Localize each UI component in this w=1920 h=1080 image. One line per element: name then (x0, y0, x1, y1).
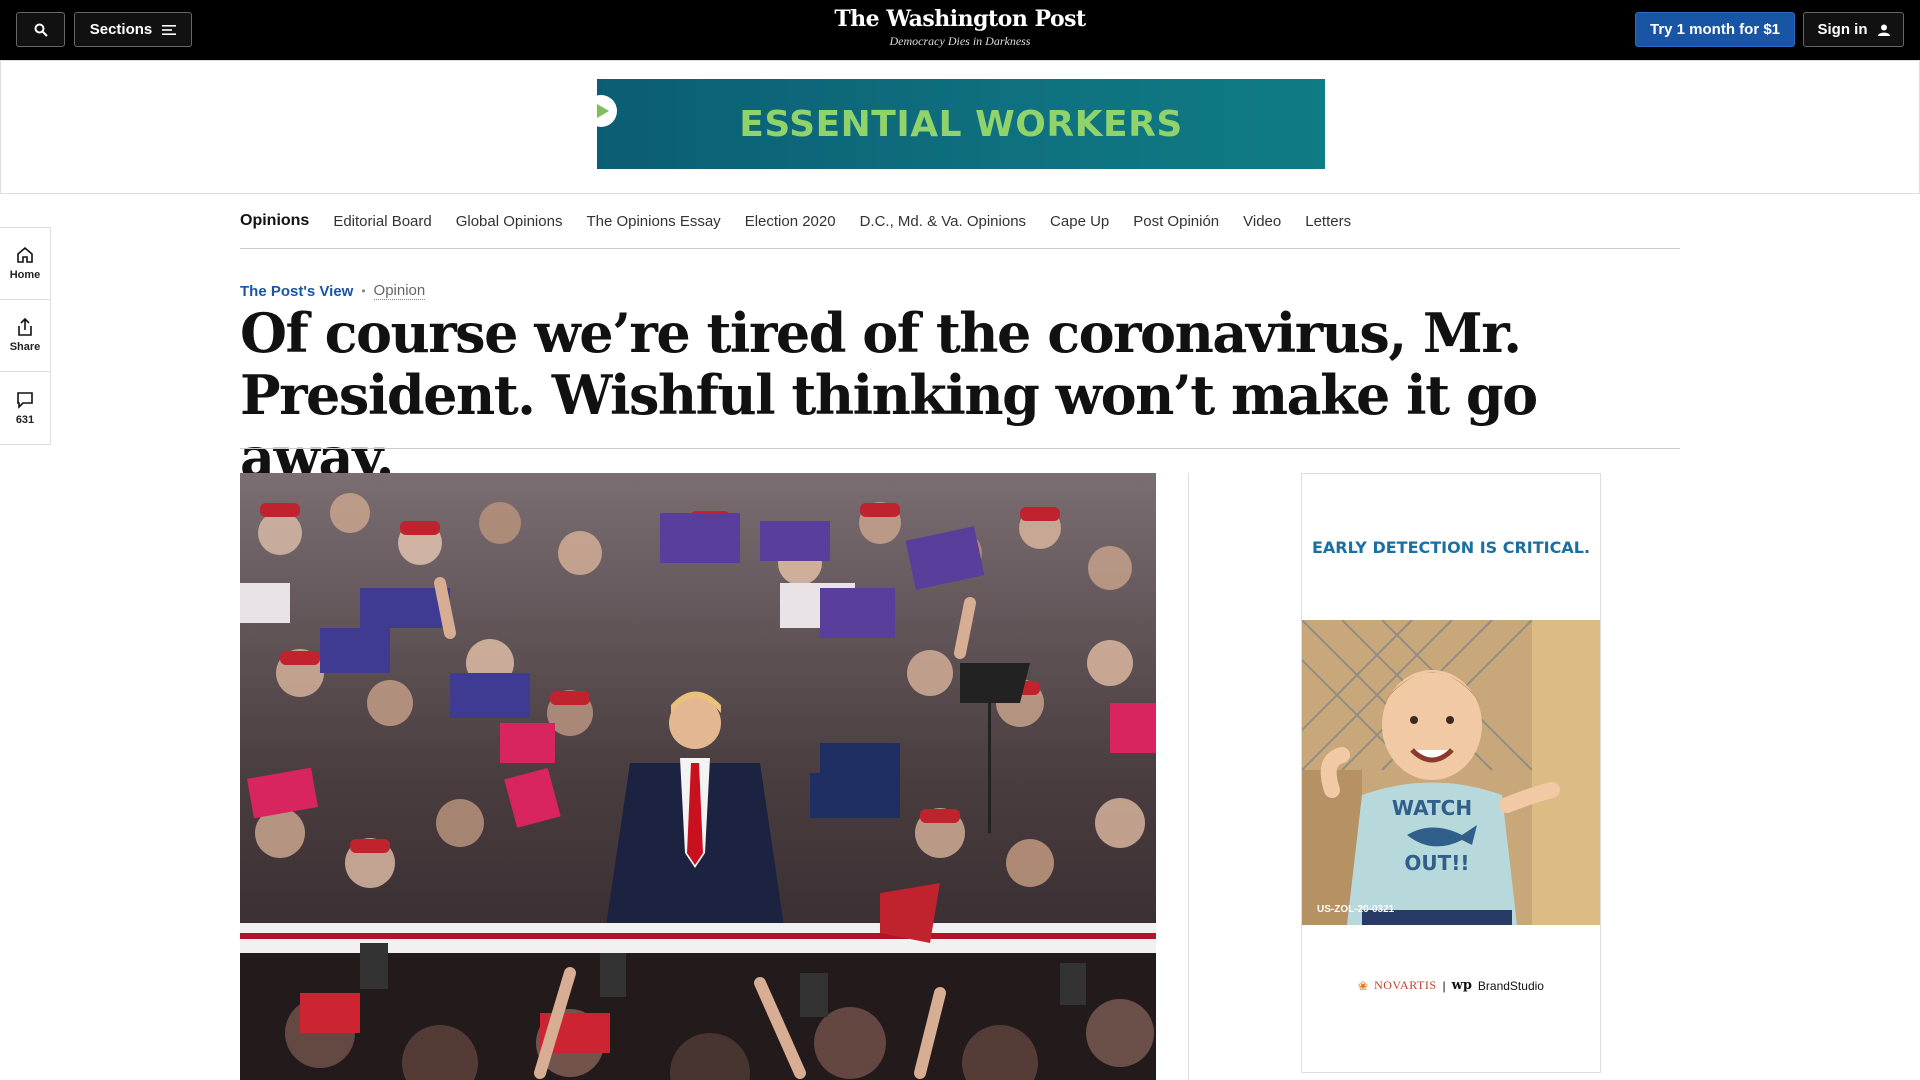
nav-editorial-board[interactable]: Editorial Board (333, 213, 431, 230)
lead-photo (240, 473, 1156, 1080)
top-header: Sections The Washington Post Democracy D… (0, 0, 1920, 60)
shirt-text-out: OUT!! (1404, 851, 1469, 875)
rail-home-button[interactable]: Home (0, 228, 50, 300)
sign-in-button[interactable]: Sign in (1803, 12, 1904, 47)
brandstudio-label: BrandStudio (1477, 978, 1544, 993)
ad-banner-text: ESSENTIAL WORKERS (739, 103, 1183, 145)
nav-cape-up[interactable]: Cape Up (1050, 213, 1109, 230)
headline-divider (240, 448, 1680, 449)
nav-global-opinions[interactable]: Global Opinions (456, 213, 563, 230)
rail-share-label: Share (9, 341, 41, 353)
top-ad-container: ESSENTIAL WORKERS (0, 60, 1920, 194)
kicker-separator: • (361, 284, 366, 298)
novartis-sidebar-ad[interactable]: EARLY DETECTION IS CRITICAL. WATCH OUT!! (1301, 473, 1601, 1073)
nav-video[interactable]: Video (1243, 213, 1281, 230)
footer-divider: | (1442, 978, 1446, 993)
share-icon (18, 318, 32, 336)
user-icon (1877, 24, 1890, 36)
essential-workers-ad[interactable]: ESSENTIAL WORKERS (585, 79, 1325, 169)
rail-home-label: Home (9, 269, 41, 281)
comment-icon (17, 391, 33, 409)
kicker-posts-view[interactable]: The Post's View (240, 283, 353, 300)
nav-post-opinion[interactable]: Post Opinión (1133, 213, 1219, 230)
right-ad-image: WATCH OUT!! US-ZOL-20-0321 (1302, 620, 1600, 925)
opinions-nav-brand[interactable]: Opinions (240, 212, 309, 230)
rail-share-button[interactable]: Share (0, 300, 50, 372)
left-share-rail: Home Share 631 (0, 227, 51, 445)
article-kicker: The Post's View • Opinion (240, 282, 426, 300)
wp-mini-logo: wp (1451, 978, 1472, 993)
right-ad-title: EARLY DETECTION IS CRITICAL. (1311, 538, 1591, 557)
content-divider (1188, 473, 1189, 1080)
nav-opinions-essay[interactable]: The Opinions Essay (586, 213, 720, 230)
logo-title: The Washington Post (834, 6, 1086, 32)
right-ad-footer: ❀ NOVARTIS | wp BrandStudio (1302, 978, 1600, 993)
novartis-logo-icon: ❀ (1358, 978, 1369, 993)
nav-election-2020[interactable]: Election 2020 (745, 213, 836, 230)
home-icon (17, 246, 33, 263)
play-icon[interactable] (585, 95, 617, 127)
nav-dc-md-va[interactable]: D.C., Md. & Va. Opinions (860, 213, 1026, 230)
shirt-text-watch: WATCH (1392, 796, 1472, 820)
logo-tagline: Democracy Dies in Darkness (889, 34, 1031, 48)
subscribe-button[interactable]: Try 1 month for $1 (1635, 12, 1795, 47)
site-logo[interactable]: The Washington Post Democracy Dies in Da… (0, 6, 1920, 49)
rail-comments-button[interactable]: 631 (0, 372, 50, 444)
ad-code: US-ZOL-20-0321 (1317, 904, 1395, 915)
article-headline: Of course we’re tired of the coronavirus… (240, 301, 1538, 489)
novartis-logo: NOVARTIS (1374, 978, 1437, 992)
sign-in-label: Sign in (1817, 21, 1868, 38)
rally-crowd-image (240, 473, 1156, 1080)
kicker-section-label[interactable]: Opinion (373, 282, 426, 300)
rail-comments-count: 631 (15, 413, 35, 426)
opinions-nav: Opinions Editorial Board Global Opinions… (240, 194, 1680, 249)
nav-letters[interactable]: Letters (1305, 213, 1351, 230)
